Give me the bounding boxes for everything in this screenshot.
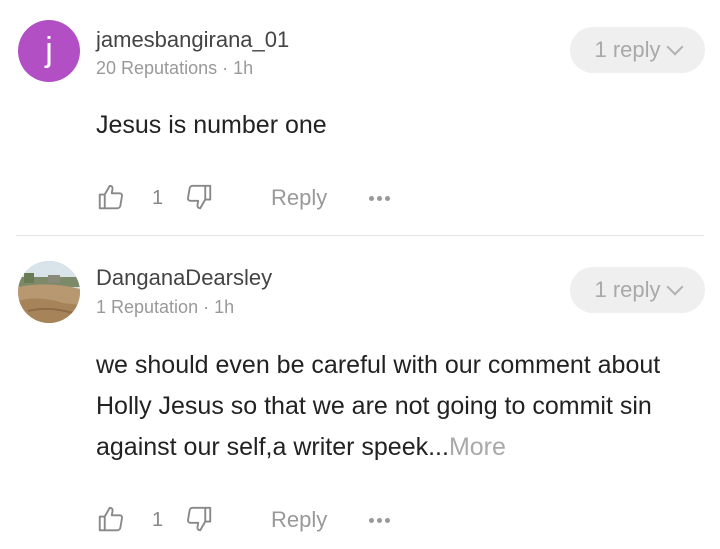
dislike-button[interactable] bbox=[184, 504, 214, 539]
landscape-photo-avatar bbox=[18, 261, 80, 323]
comment-text: we should even be careful with our comme… bbox=[96, 345, 706, 468]
like-button[interactable] bbox=[96, 182, 126, 217]
thumbs-down-icon bbox=[187, 184, 212, 210]
username[interactable]: DanganaDearsley bbox=[96, 265, 272, 291]
like-count: 1 bbox=[152, 509, 164, 531]
chevron-down-icon bbox=[666, 278, 684, 296]
comment-item: DanganaDearsley 1 Reputation · 1h 1 repl… bbox=[0, 237, 720, 549]
comment-actions: 1 Reply bbox=[96, 504, 416, 538]
divider bbox=[16, 235, 704, 236]
replies-toggle-button[interactable]: 1 reply bbox=[570, 27, 705, 73]
replies-count-label: 1 reply bbox=[594, 277, 661, 302]
avatar[interactable] bbox=[18, 261, 80, 323]
reply-button[interactable]: Reply bbox=[271, 507, 327, 533]
chevron-down-icon bbox=[666, 38, 684, 56]
comment-text-body: we should even be careful with our comme… bbox=[96, 351, 661, 461]
dislike-button[interactable] bbox=[184, 182, 214, 217]
thumbs-up-icon bbox=[98, 506, 123, 532]
comment-meta: 20 Reputations · 1h bbox=[96, 58, 254, 78]
more-link[interactable]: More bbox=[449, 433, 506, 461]
reply-button[interactable]: Reply bbox=[271, 185, 327, 211]
replies-toggle-button[interactable]: 1 reply bbox=[570, 267, 705, 313]
avatar[interactable]: j bbox=[18, 20, 80, 82]
comment-item: j jamesbangirana_01 20 Reputations · 1h … bbox=[0, 0, 720, 236]
thumbs-down-icon bbox=[187, 506, 212, 532]
comment-text: Jesus is number one bbox=[96, 111, 327, 139]
thumbs-up-icon bbox=[98, 184, 123, 210]
like-count: 1 bbox=[152, 187, 164, 209]
comment-meta: 1 Reputation · 1h bbox=[96, 297, 235, 317]
like-button[interactable] bbox=[96, 504, 126, 539]
username[interactable]: jamesbangirana_01 bbox=[96, 27, 289, 53]
comment-actions: 1 Reply bbox=[96, 182, 416, 216]
more-dots-icon[interactable] bbox=[369, 518, 390, 523]
more-dots-icon[interactable] bbox=[369, 196, 390, 201]
replies-count-label: 1 reply bbox=[594, 37, 661, 62]
